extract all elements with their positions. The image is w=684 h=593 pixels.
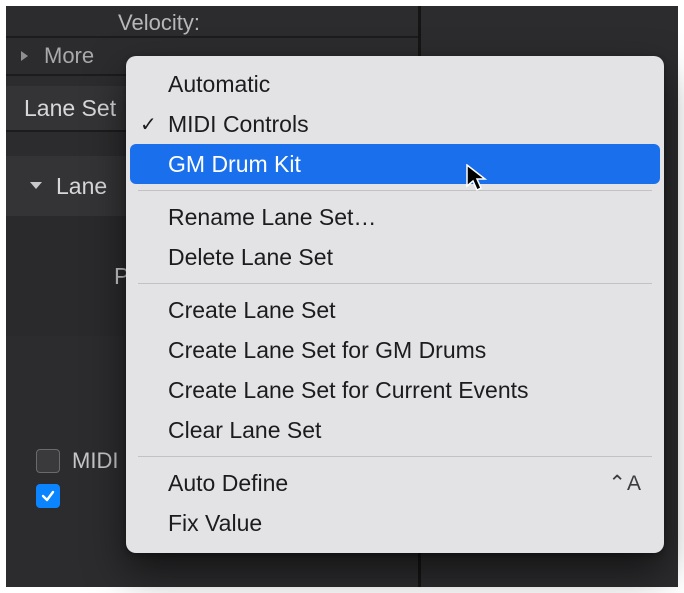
chevron-right-icon xyxy=(16,50,34,62)
menu-item-label: MIDI Controls xyxy=(168,111,309,138)
checkbox-checked[interactable] xyxy=(36,484,60,508)
chevron-down-icon xyxy=(24,181,48,191)
menu-item-label: Clear Lane Set xyxy=(168,417,321,444)
menu-item-rename-lane-set[interactable]: Rename Lane Set… xyxy=(126,197,664,237)
menu-item-fix-value[interactable]: Fix Value xyxy=(126,503,664,543)
menu-item-label: Delete Lane Set xyxy=(168,244,333,271)
menu-item-label: Create Lane Set for Current Events xyxy=(168,377,529,404)
menu-item-automatic[interactable]: Automatic xyxy=(126,64,664,104)
app-window: Velocity: More Lane Set Lane P MIDI xyxy=(0,0,684,593)
menu-item-label: GM Drum Kit xyxy=(168,151,301,178)
lane-label: Lane xyxy=(56,173,107,200)
menu-separator xyxy=(138,190,652,191)
lane-set-label: Lane Set xyxy=(24,95,116,122)
more-label: More xyxy=(44,43,94,69)
more-row[interactable]: More xyxy=(6,38,94,74)
midi-checkbox-label: MIDI xyxy=(72,448,118,474)
menu-item-shortcut: ⌃A xyxy=(608,471,642,496)
menu-item-label: Auto Define xyxy=(168,470,288,497)
checkbox-row-2[interactable] xyxy=(36,481,60,511)
check-icon: ✓ xyxy=(140,112,157,137)
velocity-label: Velocity: xyxy=(118,10,200,36)
menu-item-midi-controls[interactable]: ✓ MIDI Controls xyxy=(126,104,664,144)
menu-item-label: Fix Value xyxy=(168,510,262,537)
menu-item-delete-lane-set[interactable]: Delete Lane Set xyxy=(126,237,664,277)
menu-item-gm-drum-kit[interactable]: GM Drum Kit xyxy=(130,144,660,184)
lane-set-context-menu[interactable]: Automatic ✓ MIDI Controls GM Drum Kit Re… xyxy=(126,56,664,553)
menu-separator xyxy=(138,456,652,457)
midi-checkbox-row[interactable]: MIDI xyxy=(36,446,118,476)
menu-item-label: Automatic xyxy=(168,71,270,98)
menu-item-create-lane-set-gm-drums[interactable]: Create Lane Set for GM Drums xyxy=(126,330,664,370)
menu-item-clear-lane-set[interactable]: Clear Lane Set xyxy=(126,410,664,450)
checkbox-unchecked[interactable] xyxy=(36,449,60,473)
menu-item-label: Create Lane Set xyxy=(168,297,336,324)
menu-item-create-lane-set[interactable]: Create Lane Set xyxy=(126,290,664,330)
menu-item-create-lane-set-current-events[interactable]: Create Lane Set for Current Events xyxy=(126,370,664,410)
menu-separator xyxy=(138,283,652,284)
menu-item-label: Rename Lane Set… xyxy=(168,204,376,231)
menu-item-label: Create Lane Set for GM Drums xyxy=(168,337,486,364)
menu-item-auto-define[interactable]: Auto Define ⌃A xyxy=(126,463,664,503)
